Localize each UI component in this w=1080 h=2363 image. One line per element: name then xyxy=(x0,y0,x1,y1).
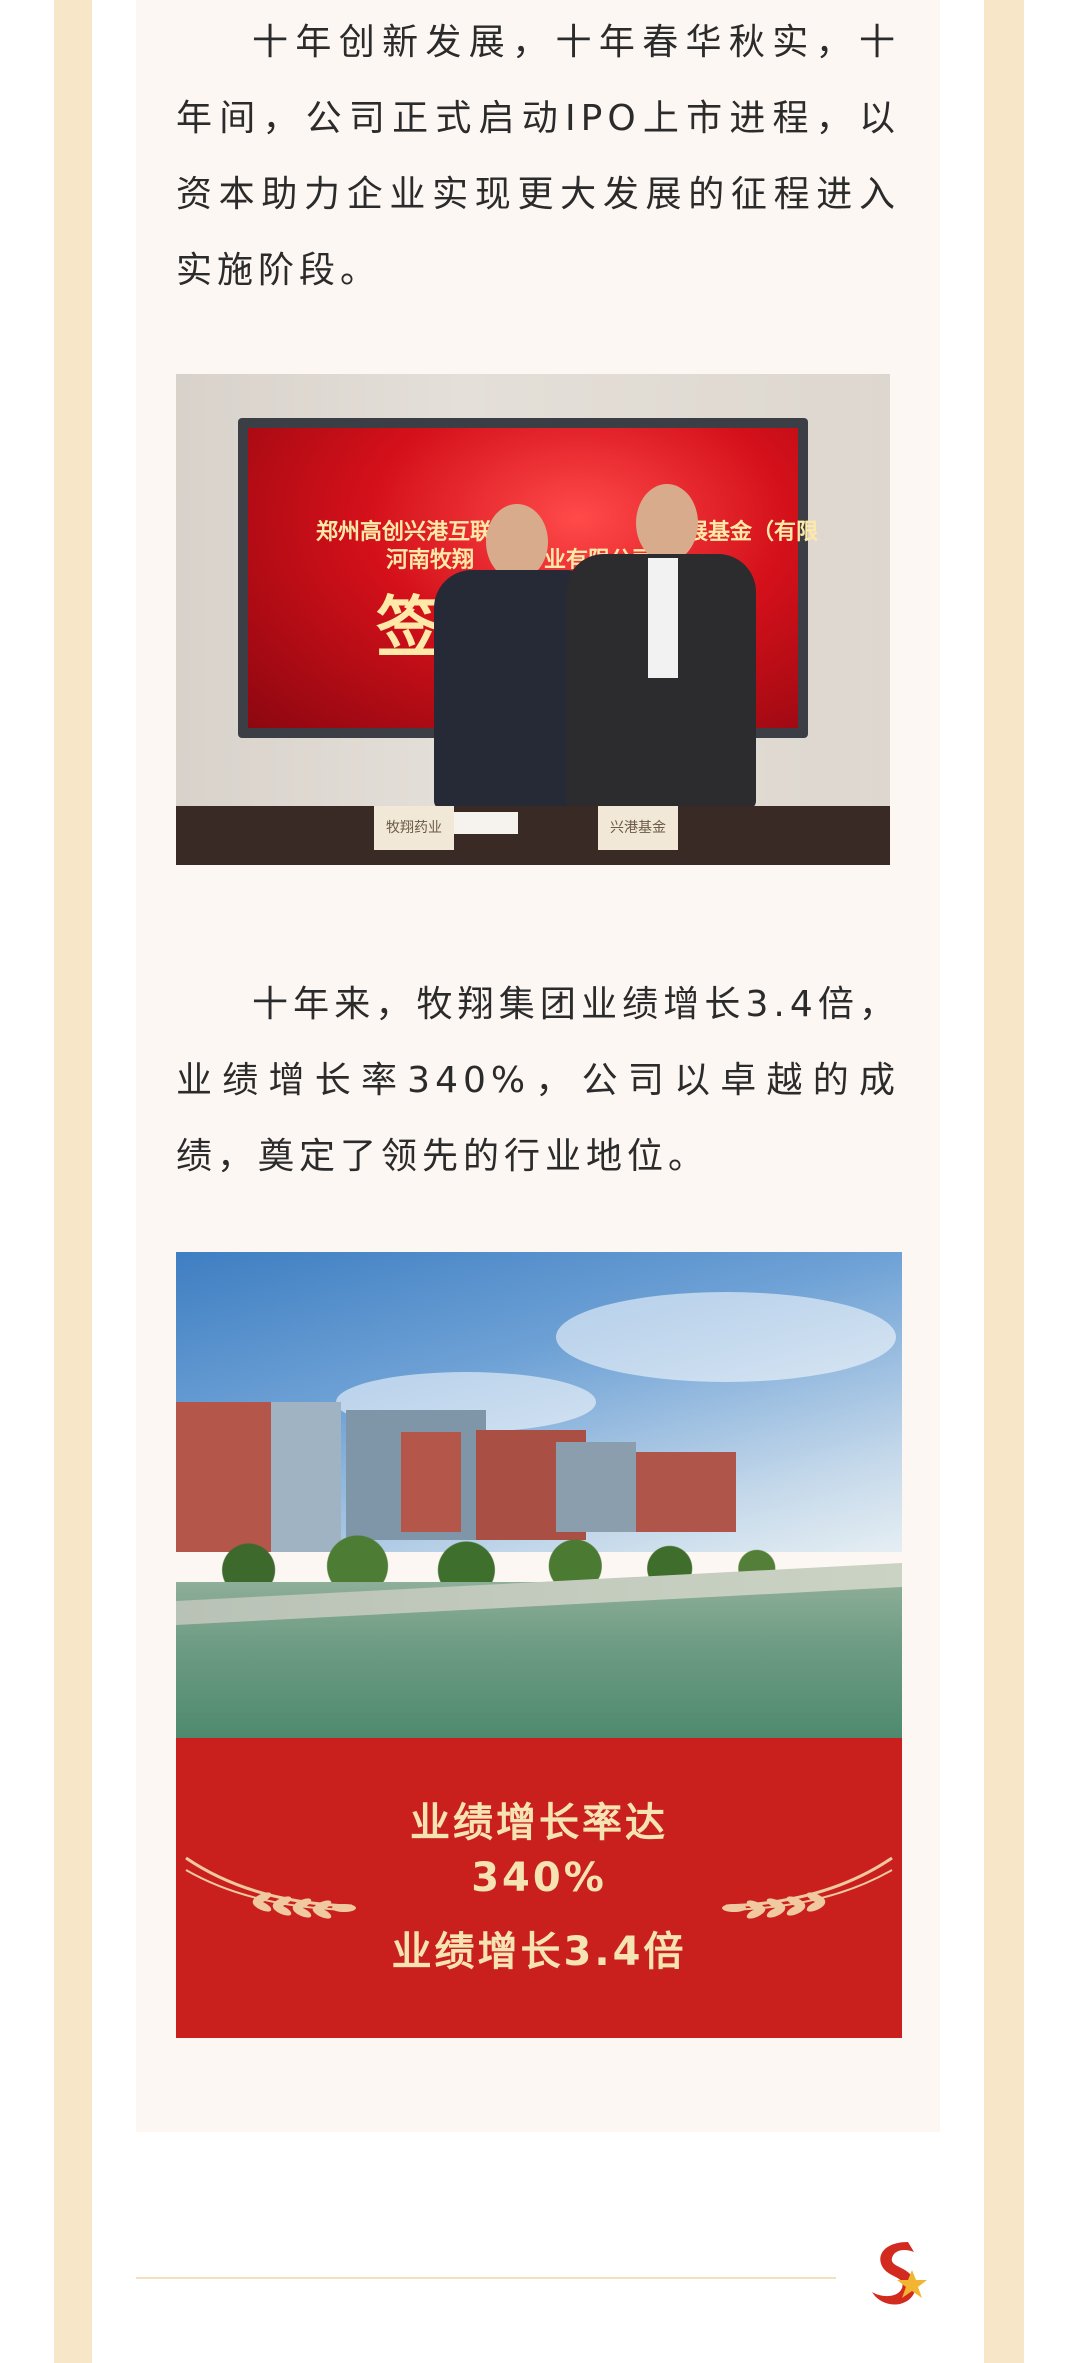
performance-banner: 业绩增长率达 340% 业绩增长3.4倍 xyxy=(176,1738,902,2038)
signing-ceremony-photo: 郑州高创兴港互联网发展基金（有限 河南牧翔业有限公司 签 式 牧翔药业 兴港基金 xyxy=(176,374,890,865)
person-left-head xyxy=(486,504,548,580)
cloud xyxy=(556,1292,896,1382)
nameplate-left: 牧翔药业 xyxy=(374,806,454,850)
nameplate-right: 兴港基金 xyxy=(598,806,678,850)
banner-line-growth-rate-label: 业绩增长率达 xyxy=(410,1800,668,1846)
campus-photo-banner: 业绩增长率达 340% 业绩增长3.4倍 xyxy=(176,1252,902,2038)
building xyxy=(401,1432,461,1532)
signing-table xyxy=(176,806,890,865)
footer-divider xyxy=(136,2277,836,2279)
building xyxy=(556,1442,636,1532)
person-right-head xyxy=(636,484,698,562)
article-paragraph-1: 十年创新发展，十年春华秋实，十年间，公司正式启动IPO上市进程，以资本助力企业实… xyxy=(176,22,900,291)
banner-line-growth-multiple: 业绩增长3.4倍 xyxy=(391,1929,687,1975)
party-emblem-logo-icon xyxy=(872,2242,927,2305)
document-stack xyxy=(452,812,518,834)
banner-line-growth-rate-value: 340% xyxy=(471,1855,607,1901)
person-right xyxy=(556,484,756,809)
person-right-shirt xyxy=(648,558,678,678)
article-paragraph-2: 十年来，牧翔集团业绩增长3.4倍，业绩增长率340%，公司以卓越的成绩，奠定了领… xyxy=(176,984,900,1177)
building xyxy=(636,1452,736,1532)
